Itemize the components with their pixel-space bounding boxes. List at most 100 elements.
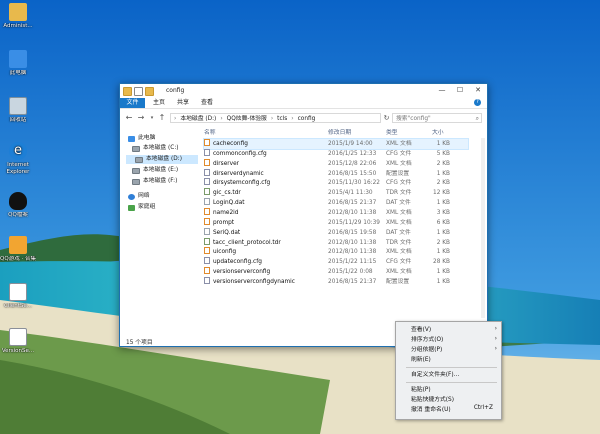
file-date: 2015/1/22 11:15	[328, 259, 377, 266]
tab-file[interactable]: 文件	[120, 98, 145, 108]
file-row[interactable]: gic_cs.tdr 2015/4/1 11:30 TDR 文件 12 KB	[204, 188, 468, 198]
recent-locations-icon[interactable]: ▾	[147, 113, 157, 123]
close-button[interactable]: ✕	[469, 84, 487, 96]
submenu-arrow-icon: ›	[494, 345, 497, 352]
menu-item-paste[interactable]: 粘贴(P)	[411, 385, 431, 395]
column-header-date[interactable]: 修改日期	[328, 128, 351, 138]
refresh-icon[interactable]: ↻	[382, 114, 391, 123]
file-row[interactable]: versionserverconfig 2015/1/22 0:08 XML 文档 1…	[204, 267, 468, 277]
back-arrow-icon[interactable]: ←	[124, 113, 134, 123]
file-date: 2015/12/8 22:06	[328, 160, 377, 167]
file-date: 2016/8/15 21:37	[328, 278, 377, 285]
menu-separator	[406, 367, 497, 368]
file-row[interactable]: prompt 2015/11/29 10:39 XML 文档 6 KB	[204, 217, 468, 228]
maximize-button[interactable]: ☐	[451, 84, 469, 96]
file-row[interactable]: LoginQ.dat 2016/8/15 21:37 DAT 文件 1 KB	[204, 198, 468, 208]
drive-icon	[132, 178, 140, 185]
file-row[interactable]: SeriQ.dat 2016/8/15 19:58 DAT 文件 1 KB	[204, 227, 468, 238]
desktop-icon-versionse[interactable]: VersionSe...	[0, 328, 36, 355]
help-icon[interactable]: ?	[474, 99, 481, 106]
forward-arrow-icon[interactable]: →	[136, 113, 146, 123]
desktop-icon-this-pc[interactable]: 此电脑	[0, 50, 36, 77]
file-date: 2016/1/25 12:33	[328, 150, 377, 157]
computer-icon	[128, 135, 135, 142]
column-header-type[interactable]: 类型	[386, 128, 398, 138]
file-row[interactable]: dirsystemconfig.cfg 2015/11/30 16:22 CFG 文…	[204, 178, 468, 188]
file-row[interactable]: cacheconfig 2015/1/9 14:00 XML 文档 1 KB	[203, 138, 469, 150]
ribbon: 文件 主页 共享 查看 ?	[120, 98, 487, 109]
menu-item-view[interactable]: 查看(V)	[411, 325, 495, 335]
file-size: 2 KB	[436, 180, 450, 187]
file-cfg-icon	[204, 257, 210, 265]
file-row[interactable]: name2id 2012/8/10 11:38 XML 文档 3 KB	[204, 207, 468, 218]
file-cfg-icon	[204, 276, 210, 284]
file-size: 1 KB	[436, 249, 450, 256]
breadcrumb-drive[interactable]: 本地磁盘 (D:)	[180, 114, 216, 122]
nav-item-drive-d[interactable]: 本地磁盘 (D:)	[126, 155, 198, 164]
file-date: 2015/11/30 16:22	[328, 180, 380, 187]
file-xml-icon	[204, 158, 210, 166]
qq-penguin-icon	[9, 192, 27, 210]
desktop-icon-qq[interactable]: QQ檔案	[0, 192, 36, 219]
file-dat-icon	[204, 227, 210, 235]
breadcrumb-current[interactable]: config	[298, 114, 316, 122]
menu-item-customize-folder[interactable]: 自定义文件夹(F)...	[411, 370, 459, 380]
menu-item-sort-by[interactable]: 排序方式(O)	[411, 335, 495, 345]
file-size: 5 KB	[436, 150, 450, 157]
breadcrumb-folder[interactable]: QQ炫舞-体验服	[227, 114, 267, 122]
nav-item-this-pc[interactable]: 此电脑	[128, 134, 155, 143]
drive-icon	[132, 145, 140, 152]
file-type: TDR 文件	[386, 190, 412, 197]
column-header-name[interactable]: 名称	[204, 128, 216, 138]
file-date: 2016/8/15 19:58	[328, 229, 377, 236]
desktop-icon-user-folder[interactable]: Administ...	[0, 3, 36, 30]
file-date: 2016/8/15 15:50	[328, 170, 377, 177]
search-input[interactable]: 搜索"config" ⌕	[392, 113, 482, 123]
menu-item-undo-rename[interactable]: 撤消 重命名(U)	[411, 405, 451, 415]
nav-item-drive-f[interactable]: 本地磁盘 (F:)	[132, 177, 177, 186]
file-type: XML 文档	[386, 269, 412, 276]
new-folder-icon[interactable]	[145, 87, 154, 96]
internet-explorer-icon: e	[9, 142, 27, 160]
file-row[interactable]: dirserverdynamic 2016/8/15 15:50 配置设置 1 KB	[204, 168, 468, 179]
tab-share[interactable]: 共享	[172, 98, 194, 108]
file-row[interactable]: commonconfig.cfg 2016/1/25 12:33 CFG 文件 5 K…	[204, 148, 468, 159]
file-type: XML 文档	[386, 249, 412, 256]
window-title: config	[166, 87, 185, 94]
file-xml-icon	[204, 139, 210, 146]
nav-item-homegroup[interactable]: 家庭组	[128, 203, 155, 212]
recycle-bin-icon	[9, 97, 27, 115]
nav-item-drive-c[interactable]: 本地磁盘 (C:)	[132, 144, 179, 153]
up-arrow-icon[interactable]: ↑	[157, 113, 167, 123]
tab-home[interactable]: 主页	[148, 98, 170, 108]
breadcrumb-folder[interactable]: tcls	[277, 114, 287, 122]
file-row[interactable]: uiconfig 2012/8/10 11:38 XML 文档 1 KB	[204, 247, 468, 257]
nav-item-drive-e[interactable]: 本地磁盘 (E:)	[132, 166, 178, 175]
quick-access-toolbar	[123, 87, 154, 96]
file-row[interactable]: versionserverconfigdynamic 2016/8/15 21:3…	[204, 276, 468, 287]
desktop-icon-qq-game[interactable]: QQ游戏 · 合集	[0, 236, 36, 263]
desktop-icon-clientse[interactable]: ClientSe...	[0, 283, 36, 310]
menu-item-paste-shortcut[interactable]: 粘贴快捷方式(S)	[411, 395, 454, 405]
title-bar[interactable]: config — ☐ ✕	[120, 84, 487, 98]
file-size: 1 KB	[436, 141, 450, 147]
file-date: 2012/8/10 11:38	[328, 209, 377, 216]
file-row[interactable]: updateconfig.cfg 2015/1/22 11:15 CFG 文件 28 …	[204, 257, 468, 267]
desktop-icon-recycle-bin[interactable]: 回收站	[0, 97, 36, 124]
desktop-icon-internet-explorer[interactable]: e Internet Explorer	[0, 142, 36, 176]
tab-view[interactable]: 查看	[196, 98, 218, 108]
computer-icon	[9, 50, 27, 68]
file-size: 3 KB	[436, 209, 450, 216]
file-date: 2012/8/10 11:38	[328, 249, 377, 256]
nav-item-network[interactable]: 网络	[128, 192, 150, 201]
menu-item-group-by[interactable]: 分组依据(P)	[411, 345, 495, 355]
vertical-scrollbar[interactable]	[481, 138, 485, 318]
file-row[interactable]: dirserver 2015/12/8 22:06 XML 文档 2 KB	[204, 158, 468, 169]
address-bar[interactable]: › 本地磁盘 (D:) › QQ炫舞-体验服 › tcls › config	[170, 113, 381, 123]
file-row[interactable]: tacc_client_protocol.tdr 2012/8/10 11:38 T…	[204, 237, 468, 248]
explorer-window: config — ☐ ✕ 文件 主页 共享 查看 ? ← → ▾ ↑ › 本地磁…	[119, 83, 488, 347]
properties-icon[interactable]	[134, 87, 143, 96]
column-header-size[interactable]: 大小	[432, 128, 444, 138]
menu-item-refresh[interactable]: 刷新(E)	[411, 355, 431, 365]
minimize-button[interactable]: —	[433, 84, 451, 96]
